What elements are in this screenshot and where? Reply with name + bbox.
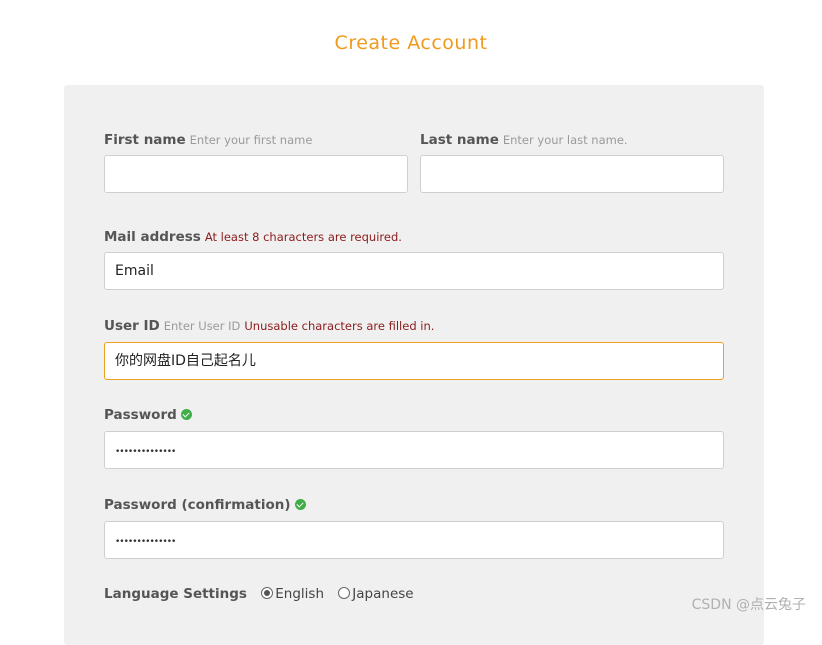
radio-english-label: English: [275, 586, 324, 602]
password-input[interactable]: ••••••••••••••: [104, 431, 724, 469]
language-settings: Language Settings English Japanese: [104, 586, 424, 602]
radio-english[interactable]: English: [261, 586, 338, 602]
user-id-value: 你的网盘ID自己起名儿: [115, 353, 256, 369]
user-id-label: User ID Enter User ID Unusable characters …: [104, 318, 434, 334]
mail-address-value: Email: [115, 263, 154, 279]
last-name-label: Last name Enter your last name.: [420, 132, 628, 148]
radio-unchecked-icon[interactable]: [338, 587, 351, 599]
check-circle-icon: [180, 409, 192, 420]
password-value: ••••••••••••••: [115, 447, 176, 457]
page-title: Create Account: [334, 32, 488, 54]
first-name-label: First name Enter your first name: [104, 132, 312, 148]
first-name-input[interactable]: [104, 155, 408, 193]
user-id-error: Unusable characters are filled in.: [244, 319, 435, 333]
password-label: Password: [104, 407, 192, 423]
last-name-hint: Enter your last name.: [502, 133, 628, 147]
password-confirm-input[interactable]: ••••••••••••••: [104, 521, 724, 559]
radio-checked-icon[interactable]: [261, 587, 274, 599]
mail-address-label-text: Mail address: [104, 229, 201, 245]
user-id-label-text: User ID: [104, 318, 160, 334]
password-confirm-label-text: Password (confirmation): [104, 497, 291, 513]
language-settings-label: Language Settings: [104, 586, 247, 602]
first-name-label-text: First name: [104, 132, 186, 148]
user-id-hint: Enter User ID: [163, 319, 241, 333]
last-name-label-text: Last name: [420, 132, 499, 148]
mail-address-label: Mail address At least 8 characters are re…: [104, 229, 402, 245]
watermark: CSDN @点云兔子: [691, 597, 806, 613]
check-circle-icon: [294, 499, 306, 510]
radio-japanese-label: Japanese: [352, 586, 414, 602]
last-name-input[interactable]: [420, 155, 724, 193]
password-label-text: Password: [104, 407, 177, 423]
first-name-hint: Enter your first name: [189, 133, 313, 147]
user-id-input[interactable]: 你的网盘ID自己起名儿: [104, 342, 724, 380]
password-confirm-value: ••••••••••••••: [115, 537, 176, 547]
radio-japanese[interactable]: Japanese: [338, 586, 423, 602]
password-confirm-label: Password (confirmation): [104, 497, 306, 513]
mail-address-input[interactable]: Email: [104, 252, 724, 290]
mail-address-error: At least 8 characters are required.: [204, 230, 402, 244]
